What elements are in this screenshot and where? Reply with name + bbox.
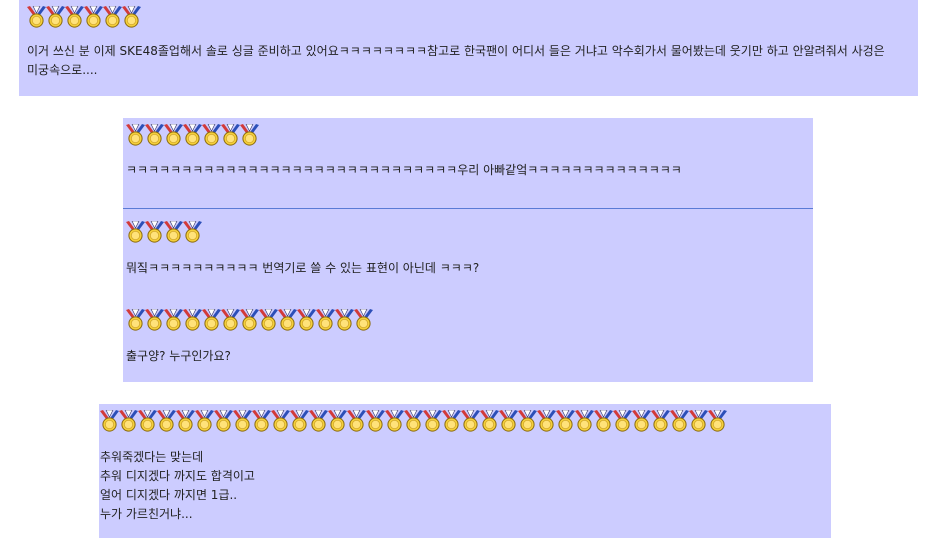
medal-row-3 [126, 221, 479, 243]
gold-medal-icon [183, 124, 202, 146]
comment-divider [123, 208, 813, 209]
medal-row-5 [100, 410, 830, 432]
gold-medal-icon [575, 410, 594, 432]
gold-medal-icon [518, 410, 537, 432]
gold-medal-icon [183, 309, 202, 331]
comment-line: 누가 가르친거냐... [100, 507, 193, 521]
comment-text-2: ㅋㅋㅋㅋㅋㅋㅋㅋㅋㅋㅋㅋㅋㅋㅋㅋㅋㅋㅋㅋㅋㅋㅋㅋㅋㅋㅋㅋㅋㅋ우리 아빠같엌ㅋㅋㅋ… [126, 163, 682, 177]
gold-medal-icon [145, 221, 164, 243]
gold-medal-icon [240, 124, 259, 146]
gold-medal-icon [119, 410, 138, 432]
gold-medal-icon [297, 309, 316, 331]
gold-medal-icon [176, 410, 195, 432]
gold-medal-icon [461, 410, 480, 432]
gold-medal-icon [271, 410, 290, 432]
gold-medal-icon [122, 6, 141, 28]
gold-medal-icon [366, 410, 385, 432]
gold-medal-icon [240, 309, 259, 331]
comment-line: 추워 디지겠다 까지도 합격이고 [100, 469, 255, 483]
comment-group: ㅋㅋㅋㅋㅋㅋㅋㅋㅋㅋㅋㅋㅋㅋㅋㅋㅋㅋㅋㅋㅋㅋㅋㅋㅋㅋㅋㅋㅋㅋ우리 아빠같엌ㅋㅋㅋ… [123, 118, 813, 382]
gold-medal-icon [537, 410, 556, 432]
gold-medal-icon [632, 410, 651, 432]
gold-medal-icon [126, 309, 145, 331]
gold-medal-icon [221, 309, 240, 331]
gold-medal-icon [499, 410, 518, 432]
gold-medal-icon [290, 410, 309, 432]
gold-medal-icon [354, 309, 373, 331]
medal-row-2 [126, 124, 811, 146]
gold-medal-icon [202, 309, 221, 331]
gold-medal-icon [65, 6, 84, 28]
gold-medal-icon [214, 410, 233, 432]
gold-medal-icon [613, 410, 632, 432]
gold-medal-icon [233, 410, 252, 432]
gold-medal-icon [138, 410, 157, 432]
gold-medal-icon [689, 410, 708, 432]
comment-text-5: 추워죽겠다는 맞는데 추워 디지겠다 까지도 합격이고 얼어 디지겠다 까지면 … [100, 448, 831, 524]
gold-medal-icon [556, 410, 575, 432]
gold-medal-icon [316, 309, 335, 331]
gold-medal-icon [103, 6, 122, 28]
gold-medal-icon [480, 410, 499, 432]
comment-line: 추워죽겠다는 맞는데 [100, 450, 204, 464]
gold-medal-icon [278, 309, 297, 331]
gold-medal-icon [335, 309, 354, 331]
gold-medal-icon [442, 410, 461, 432]
gold-medal-icon [164, 124, 183, 146]
comment-block-5: 추워죽겠다는 맞는데 추워 디지겠다 까지도 합격이고 얼어 디지겠다 까지면 … [99, 404, 831, 538]
gold-medal-icon [126, 124, 145, 146]
gold-medal-icon [347, 410, 366, 432]
gold-medal-icon [328, 410, 347, 432]
gold-medal-icon [195, 410, 214, 432]
gold-medal-icon [46, 6, 65, 28]
gold-medal-icon [385, 410, 404, 432]
comment-block-2: ㅋㅋㅋㅋㅋㅋㅋㅋㅋㅋㅋㅋㅋㅋㅋㅋㅋㅋㅋㅋㅋㅋㅋㅋㅋㅋㅋㅋㅋㅋ우리 아빠같엌ㅋㅋㅋ… [126, 124, 811, 180]
gold-medal-icon [126, 221, 145, 243]
gold-medal-icon [164, 221, 183, 243]
medal-row-4 [126, 309, 373, 331]
comment-block-1: 이거 쓰신 분 이제 SKE48졸업해서 솔로 싱글 준비하고 있어요ㅋㅋㅋㅋㅋ… [19, 0, 918, 96]
comment-text-4: 출구양? 누구인가요? [126, 349, 231, 363]
gold-medal-icon [708, 410, 727, 432]
gold-medal-icon [423, 410, 442, 432]
gold-medal-icon [100, 410, 119, 432]
gold-medal-icon [145, 124, 164, 146]
comment-text-1: 이거 쓰신 분 이제 SKE48졸업해서 솔로 싱글 준비하고 있어요ㅋㅋㅋㅋㅋ… [27, 44, 889, 77]
gold-medal-icon [164, 309, 183, 331]
gold-medal-icon [221, 124, 240, 146]
gold-medal-icon [202, 124, 221, 146]
medal-row-1 [27, 6, 910, 28]
gold-medal-icon [259, 309, 278, 331]
gold-medal-icon [157, 410, 176, 432]
gold-medal-icon [84, 6, 103, 28]
comment-text-3: 뭐짘ㅋㅋㅋㅋㅋㅋㅋㅋㅋㅋ 번역기로 쓸 수 있는 표현이 아닌데 ㅋㅋㅋ? [126, 261, 480, 275]
gold-medal-icon [252, 410, 271, 432]
comment-block-3: 뭐짘ㅋㅋㅋㅋㅋㅋㅋㅋㅋㅋ 번역기로 쓸 수 있는 표현이 아닌데 ㅋㅋㅋ? [126, 221, 479, 278]
gold-medal-icon [651, 410, 670, 432]
gold-medal-icon [594, 410, 613, 432]
comment-line: 얼어 디지겠다 까지면 1급.. [100, 488, 238, 502]
gold-medal-icon [145, 309, 164, 331]
gold-medal-icon [309, 410, 328, 432]
gold-medal-icon [670, 410, 689, 432]
comment-block-4: 출구양? 누구인가요? [126, 309, 373, 366]
gold-medal-icon [183, 221, 202, 243]
gold-medal-icon [404, 410, 423, 432]
gold-medal-icon [27, 6, 46, 28]
